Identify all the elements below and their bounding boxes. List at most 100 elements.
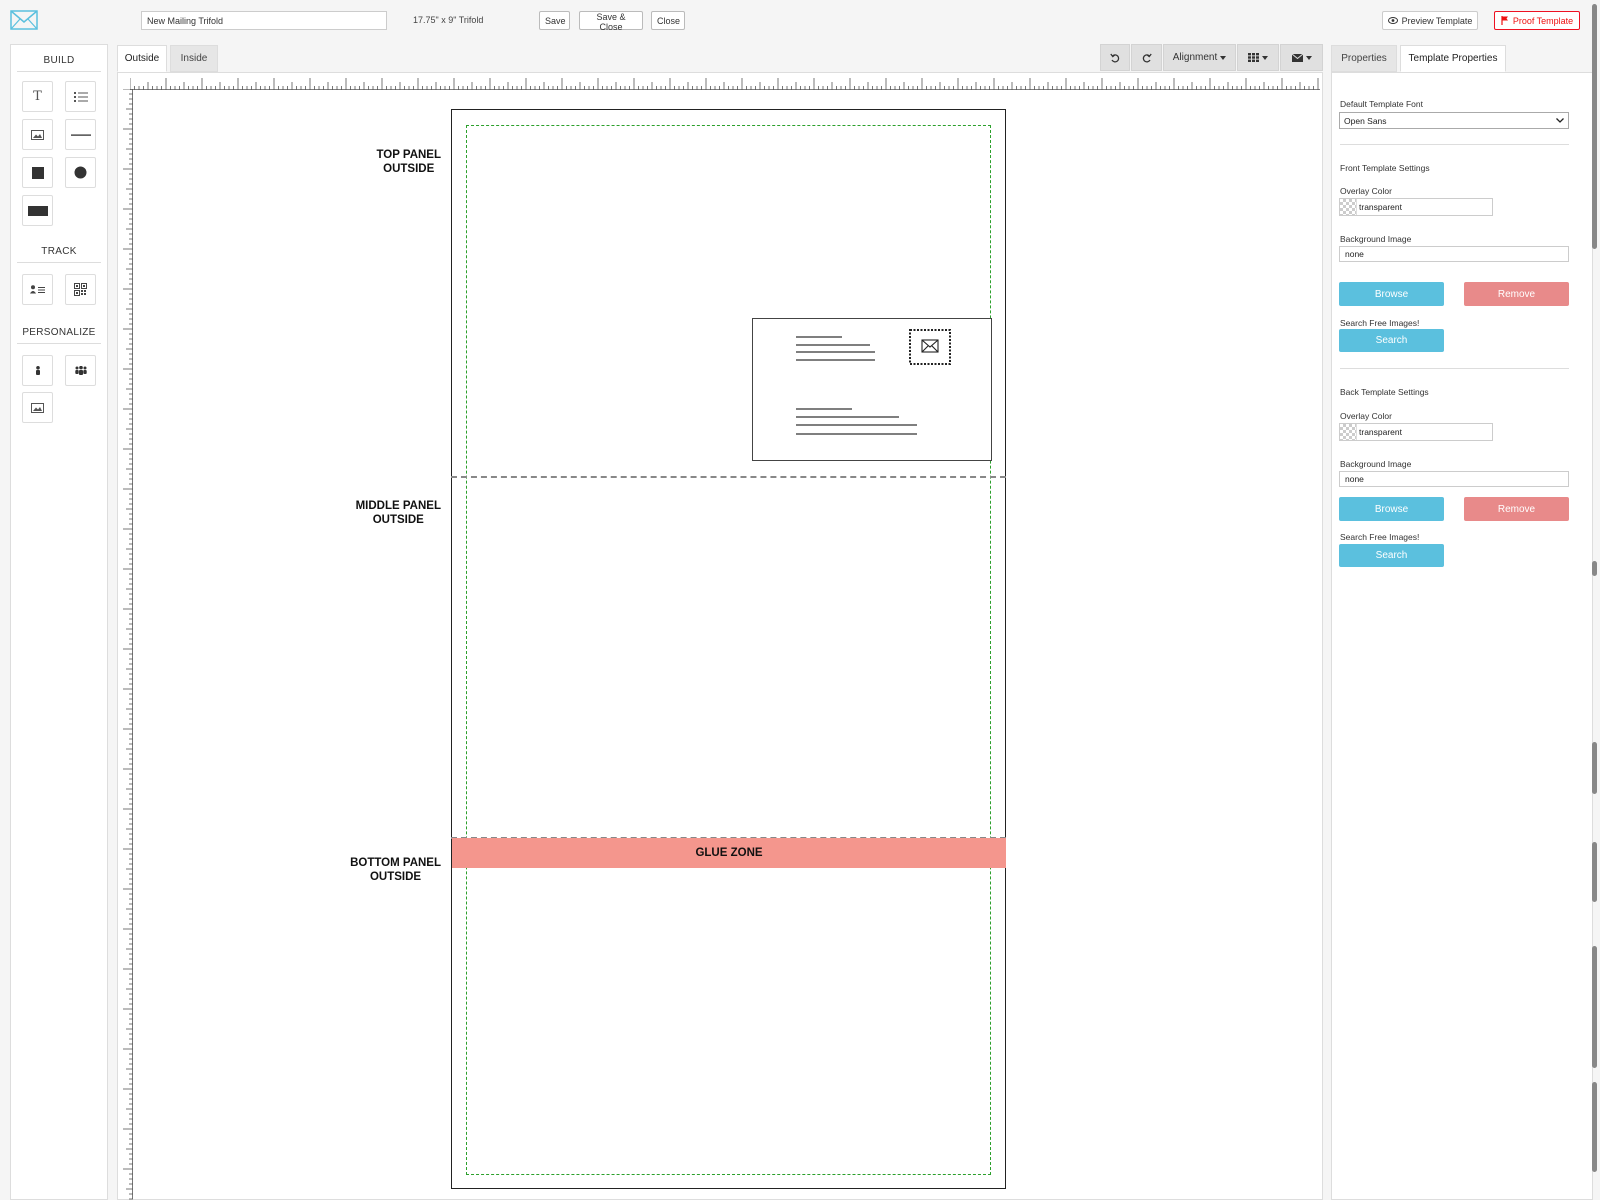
front-search-free-label: Search Free Images!: [1340, 318, 1420, 328]
group-tool[interactable]: [65, 355, 96, 386]
back-overlay-value: transparent: [1359, 427, 1402, 437]
middle-panel-label: MIDDLE PANEL OUTSIDE: [356, 499, 441, 527]
eye-icon: [1387, 17, 1398, 24]
back-settings-title: Back Template Settings: [1340, 387, 1429, 397]
tab-outside[interactable]: Outside: [117, 45, 167, 72]
back-search-button[interactable]: Search: [1339, 544, 1444, 567]
scrollbar-thumb[interactable]: [1592, 946, 1597, 1068]
flag-icon: [1501, 16, 1508, 25]
divider: [17, 343, 101, 344]
back-remove-button[interactable]: Remove: [1464, 497, 1569, 521]
alignment-dropdown[interactable]: Alignment: [1163, 44, 1236, 71]
front-overlay-color-picker[interactable]: transparent: [1339, 198, 1493, 216]
save-button[interactable]: Save: [539, 11, 570, 30]
image-tool[interactable]: [22, 119, 53, 150]
close-button[interactable]: Close: [651, 11, 685, 30]
stamp-icon: [909, 329, 951, 365]
tab-template-properties[interactable]: Template Properties: [1400, 45, 1506, 72]
list-icon: [73, 91, 88, 102]
scrollbar-thumb[interactable]: [1592, 742, 1597, 794]
redo-icon: [1142, 53, 1152, 62]
default-font-select[interactable]: Open Sans: [1339, 112, 1569, 129]
safe-zone-guide: [466, 125, 991, 1175]
qr-code-tool[interactable]: [65, 274, 96, 305]
vertical-ruler: [123, 89, 133, 1200]
build-section-title: BUILD: [43, 55, 75, 66]
horizontal-ruler: [130, 78, 1320, 90]
person-icon: [35, 366, 40, 375]
caret-down-icon: [1305, 55, 1312, 60]
template-name-input[interactable]: [141, 11, 387, 30]
list-tool[interactable]: [65, 81, 96, 112]
back-search-free-label: Search Free Images!: [1340, 532, 1420, 542]
grid-dropdown[interactable]: [1237, 44, 1279, 71]
front-overlay-label: Overlay Color: [1340, 186, 1392, 196]
caret-down-icon: [1262, 55, 1268, 60]
top-bar: 17.75" x 9" Trifold Save Save & Close Cl…: [0, 0, 1600, 42]
bottom-panel-label-line2: OUTSIDE: [369, 871, 422, 883]
preview-template-button[interactable]: Preview Template: [1382, 11, 1478, 30]
front-remove-button[interactable]: Remove: [1464, 282, 1569, 306]
default-font-label: Default Template Font: [1340, 99, 1423, 109]
front-browse-button[interactable]: Browse: [1339, 282, 1444, 306]
mail-logo-icon: [10, 10, 38, 30]
rectangle-tool[interactable]: [22, 195, 53, 226]
circle-icon: [74, 166, 87, 179]
redo-button[interactable]: [1131, 44, 1162, 71]
scrollbar-thumb[interactable]: [1592, 842, 1597, 902]
scrollbar-thumb[interactable]: [1592, 4, 1597, 249]
front-settings-title: Front Template Settings: [1340, 163, 1430, 173]
text-icon: T: [33, 89, 42, 104]
front-search-button[interactable]: Search: [1339, 329, 1444, 352]
back-overlay-color-picker[interactable]: transparent: [1339, 423, 1493, 441]
mail-dropdown[interactable]: [1280, 44, 1323, 71]
tab-inside[interactable]: Inside: [170, 45, 218, 72]
contact-icon: [30, 285, 45, 294]
scrollbar-thumb[interactable]: [1592, 561, 1597, 576]
contact-tool[interactable]: [22, 274, 53, 305]
grid-icon: [1248, 53, 1259, 62]
address-lines-graphic: [796, 336, 917, 435]
personal-image-icon: [31, 402, 44, 413]
save-close-button[interactable]: Save & Close: [579, 11, 643, 32]
qr-code-icon: [74, 283, 87, 296]
tab-properties[interactable]: Properties: [1331, 45, 1397, 72]
tool-sidebar: BUILD T TRACK PERSONALIZE: [10, 44, 108, 1200]
line-icon: [70, 134, 91, 136]
middle-panel-label-line2: OUTSIDE: [372, 514, 424, 526]
divider: [1340, 368, 1569, 369]
address-block[interactable]: [752, 318, 992, 461]
divider: [17, 262, 101, 263]
preview-template-label: Preview Template: [1401, 15, 1473, 26]
top-panel-label-line2: OUTSIDE: [383, 163, 435, 175]
chevron-down-icon: [1556, 118, 1564, 123]
text-tool[interactable]: T: [22, 81, 53, 112]
fold-line-top: [451, 476, 1006, 478]
divider: [17, 71, 101, 72]
default-font-value: Open Sans: [1344, 115, 1387, 126]
caret-down-icon: [1220, 55, 1227, 60]
alignment-label: Alignment: [1172, 52, 1218, 63]
glue-zone: GLUE ZONE: [452, 838, 1006, 868]
back-overlay-label: Overlay Color: [1340, 411, 1392, 421]
person-tool[interactable]: [22, 355, 53, 386]
rectangle-icon: [27, 205, 48, 216]
square-icon: [31, 166, 44, 179]
front-bg-image-field[interactable]: none: [1339, 246, 1569, 262]
scrollbar-thumb[interactable]: [1592, 1082, 1597, 1172]
personal-image-tool[interactable]: [22, 392, 53, 423]
transparent-swatch: [1340, 199, 1357, 215]
group-icon: [74, 366, 87, 375]
undo-icon: [1110, 53, 1120, 62]
track-section-title: TRACK: [41, 246, 77, 257]
back-browse-button[interactable]: Browse: [1339, 497, 1444, 521]
proof-template-button[interactable]: Proof Template: [1494, 11, 1580, 30]
line-tool[interactable]: [65, 119, 96, 150]
square-tool[interactable]: [22, 157, 53, 188]
envelope-icon: [1291, 53, 1303, 62]
front-bg-image-label: Background Image: [1340, 234, 1412, 244]
bottom-panel-label: BOTTOM PANEL OUTSIDE: [350, 856, 441, 884]
undo-button[interactable]: [1100, 44, 1130, 71]
circle-tool[interactable]: [65, 157, 96, 188]
back-bg-image-field[interactable]: none: [1339, 471, 1569, 487]
